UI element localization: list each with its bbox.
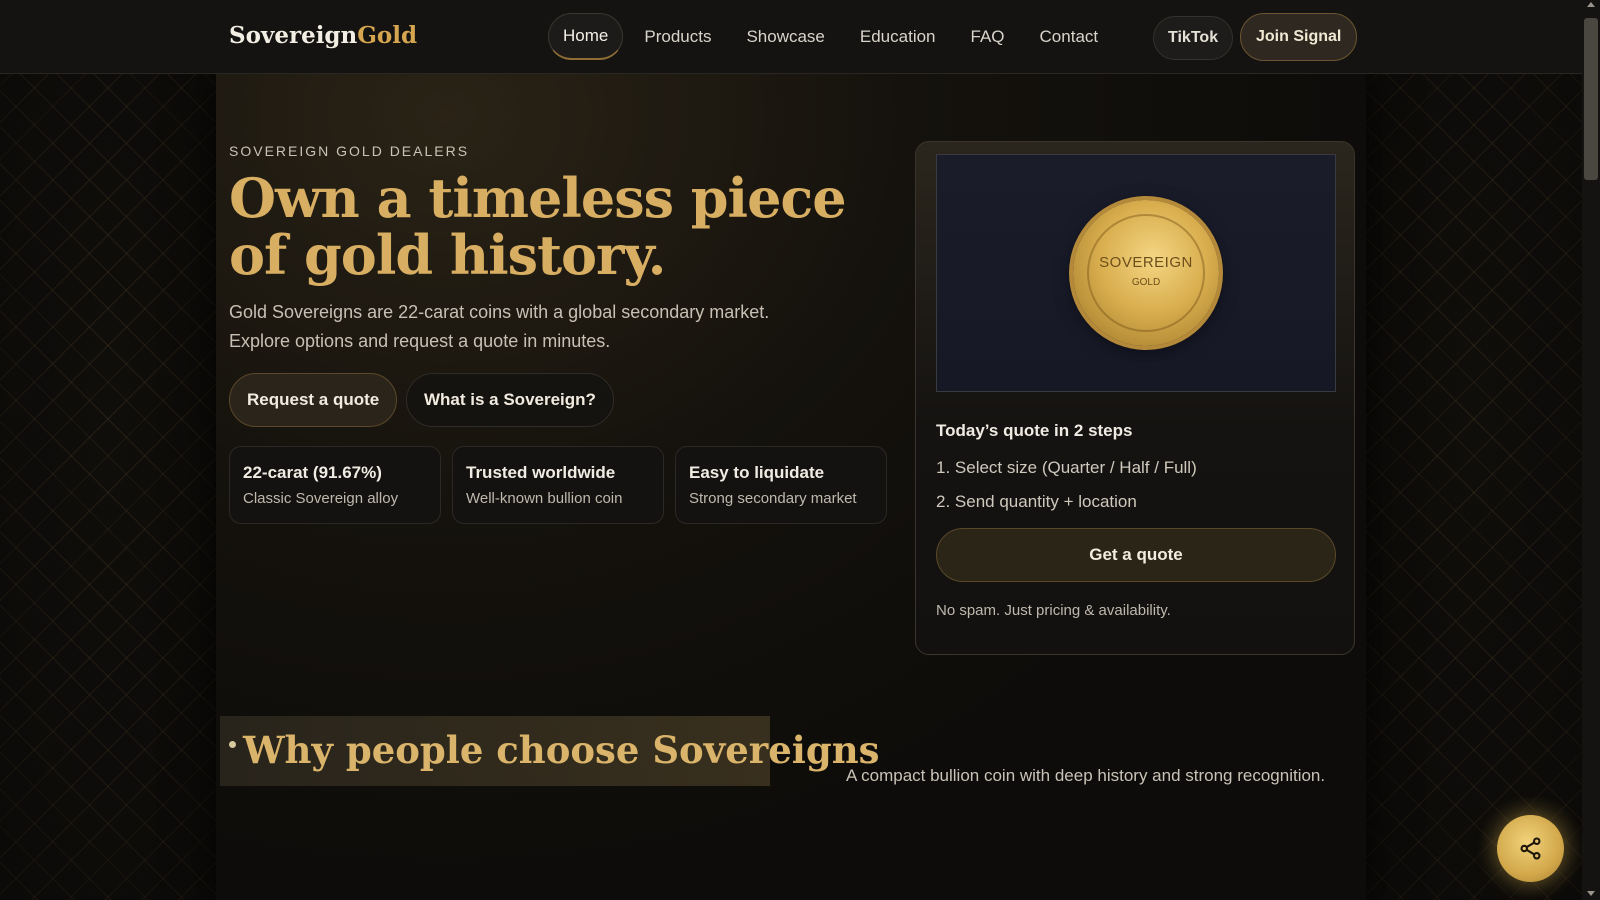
feature-desc: Well-known bullion coin (466, 490, 623, 507)
get-quote-button[interactable]: Get a quote (936, 528, 1336, 582)
quote-card: SOVEREIGN GOLD Today’s quote in 2 steps … (915, 141, 1355, 655)
why-section-title: Why people choose Sovereigns (243, 728, 880, 772)
nav-showcase[interactable]: Showcase (732, 15, 838, 59)
feature-card-carat: 22-carat (91.67%) Classic Sovereign allo… (229, 446, 441, 524)
feature-title: Easy to liquidate (689, 463, 825, 482)
nav-home[interactable]: Home (548, 13, 624, 60)
share-button[interactable] (1497, 815, 1564, 882)
brand-primary: Sovereign (229, 22, 358, 49)
left-pattern-panel (0, 74, 216, 900)
nav-contact[interactable]: Contact (1026, 15, 1113, 59)
feature-desc: Strong secondary market (689, 490, 857, 507)
quote-step-2: 2. Send quantity + location (936, 492, 1137, 511)
hero-subtitle: Gold Sovereigns are 22-carat coins with … (229, 302, 770, 351)
nav-faq[interactable]: FAQ (957, 15, 1019, 59)
coin-text: SOVEREIGN (1099, 254, 1193, 271)
what-is-sovereign-button[interactable]: What is a Sovereign? (406, 373, 614, 427)
feature-title: 22-carat (91.67%) (243, 463, 382, 482)
why-bullet-dot (229, 741, 236, 748)
quote-card-title: Today’s quote in 2 steps (936, 421, 1133, 440)
feature-title: Trusted worldwide (466, 463, 616, 482)
feature-card-trusted: Trusted worldwide Well-known bullion coi… (452, 446, 664, 524)
tiktok-button[interactable]: TikTok (1153, 16, 1234, 60)
brand-logo[interactable]: SovereignGold (229, 22, 417, 49)
coin-image: SOVEREIGN GOLD (936, 154, 1336, 392)
right-pattern-panel (1366, 74, 1582, 900)
scroll-up-icon[interactable] (1587, 2, 1595, 7)
feature-desc: Classic Sovereign alloy (243, 490, 399, 507)
nav-products[interactable]: Products (630, 15, 725, 59)
why-section-desc: A compact bullion coin with deep history… (846, 766, 1326, 785)
feature-card-liquidate: Easy to liquidate Strong secondary marke… (675, 446, 887, 524)
nav-education[interactable]: Education (846, 15, 950, 59)
hero-title: Own a timeless piece of gold history. (229, 166, 847, 287)
join-signal-button[interactable]: Join Signal (1240, 13, 1358, 61)
page-scrollbar[interactable] (1582, 0, 1600, 900)
sovereign-coin: SOVEREIGN GOLD (1073, 200, 1219, 346)
brand-accent: Gold (357, 22, 418, 49)
quote-step-1: 1. Select size (Quarter / Half / Full) (936, 458, 1197, 477)
share-icon (1520, 837, 1541, 860)
hero-eyebrow: SOVEREIGN GOLD DEALERS (229, 143, 470, 159)
quote-note: No spam. Just pricing & availability. (936, 602, 1171, 619)
site-header: SovereignGold Home Products Showcase Edu… (0, 0, 1582, 74)
coin-face: SOVEREIGN GOLD (1087, 214, 1205, 332)
request-quote-button[interactable]: Request a quote (229, 373, 398, 427)
coin-subtext: GOLD (1131, 277, 1161, 288)
scroll-thumb[interactable] (1584, 18, 1598, 180)
main-nav: Home Products Showcase Education FAQ Con… (548, 13, 1119, 60)
